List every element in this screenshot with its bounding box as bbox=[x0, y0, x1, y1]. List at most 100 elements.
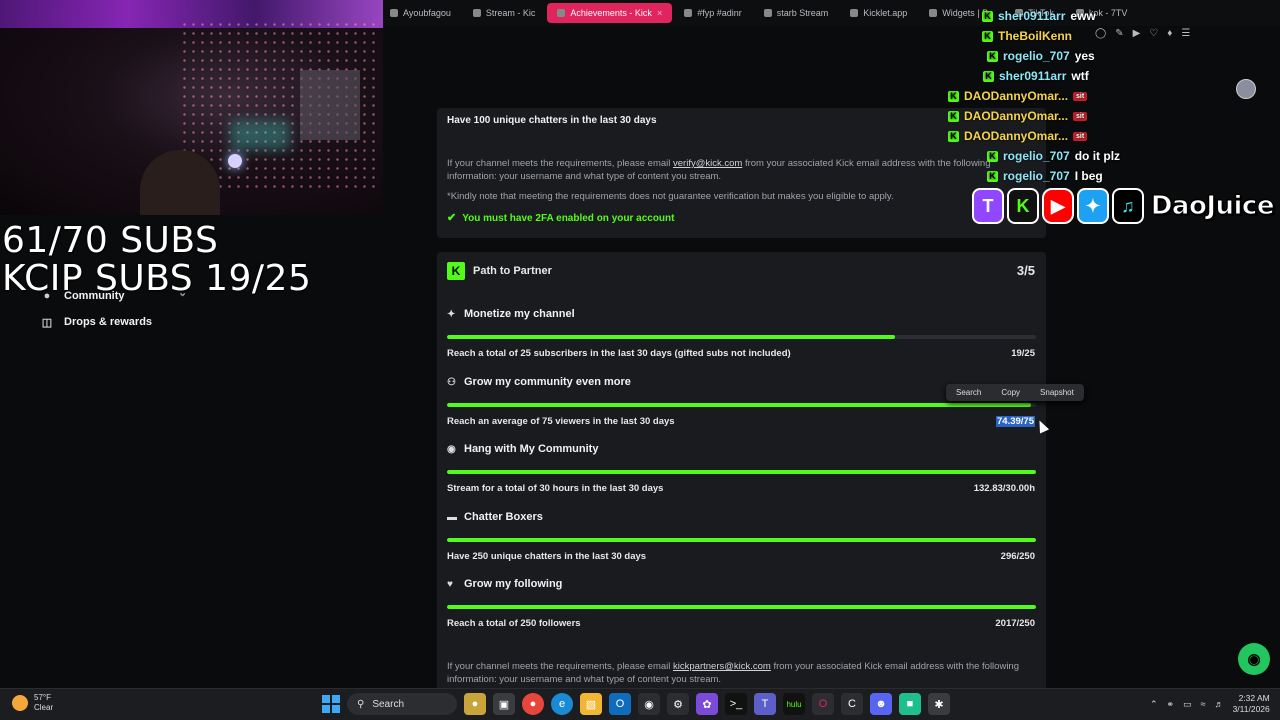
twofa-requirement: ✔ You must have 2FA enabled on your accou… bbox=[447, 212, 675, 224]
chat-message: Ksher0911arr eww bbox=[982, 9, 1096, 23]
channel-brand: DaoJuice bbox=[1150, 191, 1275, 222]
achievement-title: ⚇ Grow my community even more bbox=[447, 376, 631, 388]
chat-message: Krogelio_707 yes bbox=[987, 49, 1095, 63]
taskbar-search[interactable]: ⚲ Search bbox=[347, 693, 457, 715]
kick-badge-icon: K bbox=[948, 130, 959, 142]
browser-tab[interactable]: #fyp #adinr bbox=[674, 3, 752, 23]
achievement-requirement: Stream for a total of 30 hours in the la… bbox=[447, 483, 664, 494]
weather-widget[interactable]: 57°F Clear bbox=[12, 693, 53, 713]
kick-badge-icon: K bbox=[948, 90, 959, 102]
path-to-partner-panel: K Path to Partner 3/5 If your channel me… bbox=[437, 252, 1046, 692]
kcip-subs-count: KCIP SUBS 19/25 bbox=[2, 258, 312, 299]
tab-favicon-icon bbox=[472, 9, 481, 17]
verify-email-link[interactable]: verify@kick.com bbox=[673, 158, 742, 169]
weather-temp: 57°F bbox=[34, 693, 51, 702]
chat-emote-badge: sit bbox=[1073, 91, 1088, 101]
progress-fill bbox=[447, 538, 1036, 542]
chat-message: K DAODannyOmar... sit bbox=[948, 89, 1088, 103]
youtube-icon: ▶ bbox=[1041, 188, 1074, 224]
teams-icon[interactable]: T bbox=[754, 693, 776, 715]
taskbar-apps: ⚲ Search ● ▣ ● e ▧ O ◉ ⚙ ✿ >_ T hulu O C… bbox=[322, 693, 950, 715]
twitter-icon: ✦ bbox=[1076, 188, 1109, 224]
clock-time: 2:32 AM bbox=[1238, 693, 1270, 703]
microphone-icon[interactable]: ⚭ bbox=[1167, 699, 1175, 710]
extensions-icon[interactable]: ♦ bbox=[1167, 28, 1172, 39]
tab-favicon-icon bbox=[763, 9, 772, 17]
kick-badge-icon: K bbox=[982, 10, 993, 22]
clock[interactable]: 2:32 AM 3/11/2026 bbox=[1233, 693, 1270, 715]
widget-app-icon[interactable]: ● bbox=[464, 693, 486, 715]
kick-logo-icon: K bbox=[447, 262, 465, 280]
obs-icon[interactable]: ◉ bbox=[638, 693, 660, 715]
tab-title: #fyp #adinr bbox=[697, 8, 742, 18]
play-icon[interactable]: ▶ bbox=[1133, 28, 1141, 39]
discord-icon[interactable]: ☻ bbox=[870, 693, 892, 715]
partner-progress-count: 3/5 bbox=[1016, 263, 1035, 278]
achievement-value: 19/25 bbox=[1011, 348, 1035, 359]
verification-note: *Kindly note that meeting the requiremen… bbox=[447, 191, 894, 202]
chrome-icon[interactable]: ● bbox=[522, 693, 544, 715]
tab-favicon-icon bbox=[684, 9, 693, 17]
kick-badge-icon: K bbox=[982, 30, 993, 42]
windows-start-icon[interactable] bbox=[322, 695, 340, 713]
copy-button[interactable]: Copy bbox=[991, 384, 1030, 401]
terminal-icon[interactable]: >_ bbox=[725, 693, 747, 715]
tiktok-icon: ♫ bbox=[1111, 188, 1144, 224]
chat-username: rogelio_707 bbox=[1003, 149, 1070, 163]
app-icon[interactable]: ✱ bbox=[928, 693, 950, 715]
snapshot-button[interactable]: Snapshot bbox=[1030, 384, 1084, 401]
close-icon[interactable]: × bbox=[657, 8, 662, 18]
system-tray: ⌃ ⚭ ▭ ≈ ♬ 2:32 AM 3/11/2026 bbox=[1150, 693, 1270, 715]
chevron-up-icon[interactable]: ⌃ bbox=[1150, 699, 1158, 710]
app-icon[interactable]: ■ bbox=[899, 693, 921, 715]
sidebar-item-drops[interactable]: ◫ Drops & rewards bbox=[40, 309, 152, 335]
sidebar-item-label: Drops & rewards bbox=[64, 316, 153, 328]
broadcast-icon: ◉ bbox=[447, 443, 456, 455]
socials-banner: T K ▶ ✦ ♫ DaoJuice bbox=[972, 187, 1275, 225]
achievement-title: ◉ Hang with My Community bbox=[447, 443, 599, 455]
hulu-icon[interactable]: hulu bbox=[783, 693, 805, 715]
task-view-icon[interactable]: ▣ bbox=[493, 693, 515, 715]
search-button[interactable]: Search bbox=[946, 384, 991, 401]
display-icon[interactable]: ▭ bbox=[1183, 699, 1192, 710]
chat-username: rogelio_707 bbox=[1003, 169, 1070, 183]
menu-icon[interactable]: ☰ bbox=[1181, 28, 1190, 39]
browser-tab[interactable]: Stream - Kic bbox=[463, 3, 546, 23]
copilot-icon[interactable]: ✿ bbox=[696, 693, 718, 715]
room-window bbox=[300, 70, 360, 140]
checkmark-icon: ✔ bbox=[447, 212, 457, 224]
kick-icon: K bbox=[1006, 188, 1039, 224]
help-chat-icon[interactable]: ◉ bbox=[1238, 643, 1270, 675]
opera-icon[interactable]: O bbox=[812, 693, 834, 715]
ccleaner-icon[interactable]: C bbox=[841, 693, 863, 715]
progress-bar bbox=[447, 470, 1036, 474]
browser-tab[interactable]: Ayoubfagou bbox=[380, 3, 461, 23]
browser-toolbar: ◯ ✎ ▶ ♡ ♦ ☰ bbox=[1095, 28, 1190, 39]
tab-title: Achievements - Kick bbox=[570, 8, 652, 18]
partner-email-link[interactable]: kickpartners@kick.com bbox=[673, 661, 771, 672]
heart-icon[interactable]: ♡ bbox=[1149, 28, 1158, 39]
clock-date: 3/11/2026 bbox=[1232, 704, 1270, 714]
kick-badge-icon: K bbox=[987, 170, 998, 182]
chat-message: Krogelio_707 do it plz bbox=[987, 149, 1120, 163]
wifi-icon[interactable]: ≈ bbox=[1201, 699, 1206, 709]
settings-icon[interactable]: ⚙ bbox=[667, 693, 689, 715]
translate-icon[interactable]: ✎ bbox=[1115, 28, 1123, 39]
browser-tab[interactable]: Achievements - Kick × bbox=[547, 3, 673, 23]
browser-tab[interactable]: starb Stream bbox=[754, 3, 839, 23]
outlook-icon[interactable]: O bbox=[609, 693, 631, 715]
shield-icon[interactable]: ◯ bbox=[1095, 28, 1106, 39]
verification-panel: Have 100 unique chatters in the last 30 … bbox=[437, 108, 1046, 238]
users-icon: ⚇ bbox=[447, 376, 456, 388]
achievement-value: 132.83/30.00h bbox=[973, 483, 1035, 494]
browser-tab[interactable]: Kicklet.app bbox=[840, 3, 917, 23]
chat-icon: ▬ bbox=[447, 511, 457, 523]
profile-avatar[interactable] bbox=[1236, 79, 1256, 99]
volume-icon[interactable]: ♬ bbox=[1215, 699, 1224, 709]
chat-username: TheBoilKenn bbox=[998, 29, 1072, 43]
file-explorer-icon[interactable]: ▧ bbox=[580, 693, 602, 715]
edge-icon[interactable]: e bbox=[551, 693, 573, 715]
subs-overlay: 61/70 SUBS KCIP SUBS 19/25 bbox=[2, 222, 311, 298]
chat-username: rogelio_707 bbox=[1003, 49, 1070, 63]
search-icon: ⚲ bbox=[357, 698, 365, 710]
